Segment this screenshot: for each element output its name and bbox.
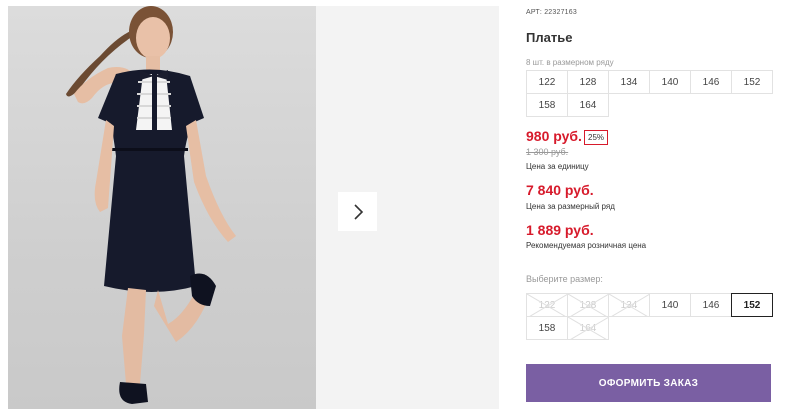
crossed-out-icon — [609, 294, 649, 316]
size-option-unavailable: 128 — [567, 293, 609, 317]
unit-price: 980 руб. — [526, 128, 582, 144]
retail-price: 1 889 руб. — [526, 222, 594, 238]
range-price-caption: Цена за размерный ряд — [526, 202, 615, 211]
size-selector: 122 128 134 140 146 152 158 164 — [526, 293, 773, 340]
article-label: АРТ: — [526, 9, 543, 16]
size-option-unavailable: 164 — [567, 316, 609, 340]
range-size-cell: 134 — [608, 70, 650, 94]
retail-price-caption: Рекомендуемая розничная цена — [526, 241, 647, 250]
range-size-cell: 152 — [731, 70, 773, 94]
next-image-button[interactable] — [338, 192, 377, 231]
product-photo-illustration — [66, 6, 236, 404]
range-size-cell: 122 — [526, 70, 568, 94]
size-option[interactable]: 158 — [526, 316, 568, 340]
discount-badge: 25% — [584, 130, 609, 145]
size-option-label: 140 — [661, 299, 679, 311]
size-option-unavailable: 122 — [526, 293, 568, 317]
old-price: 1 300 руб. — [526, 147, 569, 157]
size-option-label: 146 — [702, 299, 720, 311]
range-size-cell: 158 — [526, 93, 568, 117]
size-option[interactable]: 146 — [690, 293, 732, 317]
product-title: Платье — [526, 30, 573, 45]
range-size-cell: 140 — [649, 70, 691, 94]
range-price: 7 840 руб. — [526, 182, 594, 198]
choose-size-label: Выберите размер: — [526, 274, 603, 284]
size-range-label: 8 шт. в размерном ряду — [526, 58, 614, 67]
range-size-cell: 128 — [567, 70, 609, 94]
article: АРТ: 22327163 — [526, 9, 577, 16]
range-size-cell: 164 — [567, 93, 609, 117]
product-gallery — [0, 0, 510, 409]
size-option-label: 152 — [743, 299, 761, 311]
product-photo — [8, 6, 316, 409]
chevron-right-icon — [353, 203, 363, 220]
size-option-selected[interactable]: 152 — [731, 293, 773, 317]
order-button[interactable]: ОФОРМИТЬ ЗАКАЗ — [526, 364, 771, 402]
crossed-out-icon — [527, 294, 567, 316]
crossed-out-icon — [568, 294, 608, 316]
unit-price-caption: Цена за единицу — [526, 162, 589, 171]
range-size-cell: 146 — [690, 70, 732, 94]
size-option-unavailable: 134 — [608, 293, 650, 317]
size-option[interactable]: 140 — [649, 293, 691, 317]
size-option-label: 158 — [538, 322, 556, 334]
article-number: 22327163 — [544, 9, 577, 16]
crossed-out-icon — [568, 317, 608, 339]
size-range-grid: 122 128 134 140 146 152 158 164 — [526, 70, 773, 117]
